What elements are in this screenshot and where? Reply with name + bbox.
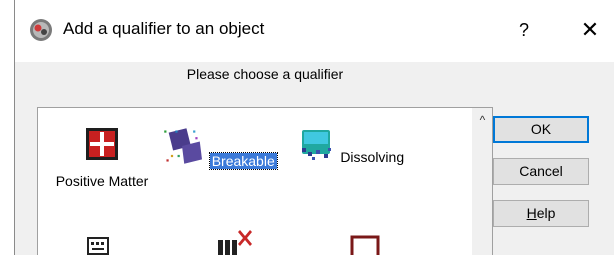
qualifier-label: Dissolving (340, 149, 405, 165)
qualifier-counter-icon[interactable] (214, 226, 254, 255)
help-button[interactable]: Help (493, 200, 589, 227)
qualifier-keyboard-icon[interactable] (86, 234, 110, 255)
cancel-button[interactable]: Cancel (493, 158, 589, 185)
window-title: Add a qualifier to an object (63, 19, 265, 38)
qualifier-label: Positive Matter (55, 173, 149, 189)
help-question-button[interactable]: ? (511, 15, 537, 45)
prompt-text: Please choose a qualifier (186, 66, 344, 82)
qualifier-dissolving[interactable]: Dissolving (292, 126, 412, 167)
qualifier-frame-icon[interactable] (350, 234, 380, 255)
breakable-icon (164, 128, 203, 164)
close-button[interactable]: ✕ (575, 15, 605, 45)
help-label-rest: elp (536, 205, 556, 221)
title-bar[interactable]: Add a qualifier to an object ? ✕ (15, 0, 614, 62)
scroll-up-arrow-icon[interactable]: ^ (472, 110, 492, 130)
positive-matter-icon (86, 128, 118, 160)
qualifier-label: Breakable (208, 152, 278, 170)
qualifier-breakable[interactable]: Breakable (158, 126, 278, 171)
app-icon (30, 19, 52, 41)
dissolving-icon (301, 130, 331, 160)
qualifier-positive-matter[interactable]: Positive Matter (42, 126, 162, 191)
ok-button[interactable]: OK (493, 116, 589, 143)
qualifier-dialog: Add a qualifier to an object ? ✕ Please … (14, 0, 614, 255)
list-scrollbar[interactable]: ^ (472, 108, 492, 255)
qualifier-list[interactable]: Positive Matter Breakable Dissolving ^ (37, 107, 493, 255)
help-mnemonic: H (526, 205, 537, 221)
